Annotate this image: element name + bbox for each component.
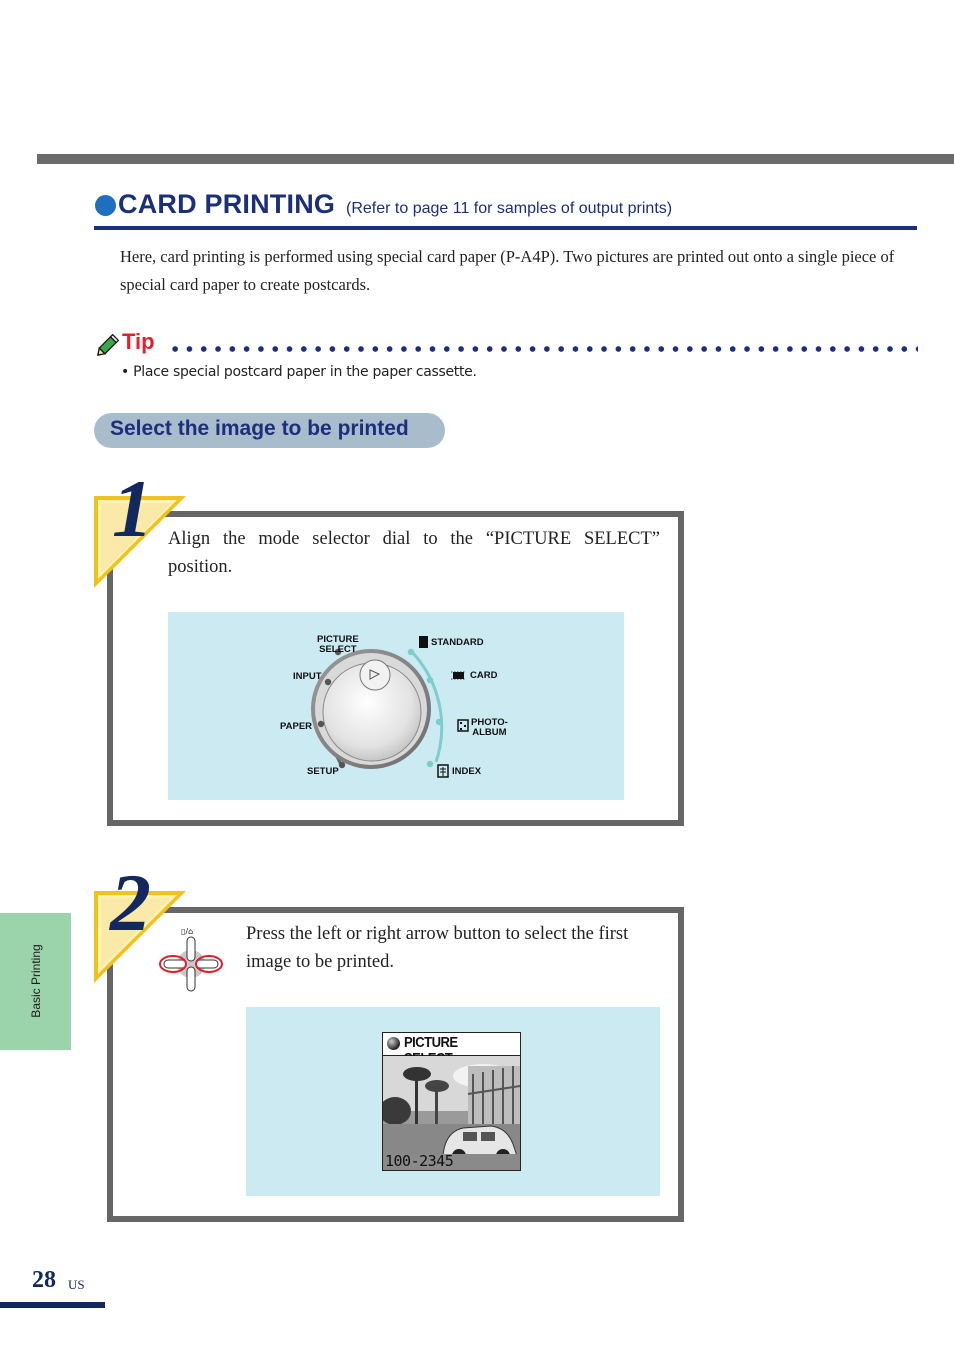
intro-paragraph: Here, card printing is performed using s… [120, 247, 895, 294]
lcd-screen: PICTURE SELECT 100-2345 [382, 1032, 521, 1171]
dot-paper [317, 720, 325, 728]
subheading-text: Select the image to be printed [110, 417, 409, 440]
tip-text: • Place special postcard paper in the pa… [121, 364, 477, 380]
button-label: ▯/⌂ [181, 927, 193, 936]
mode-dial-illustration: PICTURE SELECT INPUT PAPER SETUP STANDARD… [168, 612, 624, 800]
photo-album-icon [457, 719, 469, 732]
pencil-icon [96, 333, 120, 357]
chapter-side-tab-label: Basic Printing [29, 944, 43, 1018]
dot-input [324, 678, 332, 686]
section-title: CARD PRINTING [118, 189, 336, 219]
subheading-pill: Select the image to be printed [94, 413, 445, 448]
dot-index [426, 760, 434, 768]
card-icon [451, 671, 466, 680]
dial-label-paper: PAPER [280, 721, 313, 732]
top-divider-bar [37, 154, 954, 164]
lcd-image-number: 100-2345 [385, 1152, 454, 1170]
dot-card [426, 676, 434, 684]
chapter-side-tab: Basic Printing [0, 913, 71, 1050]
dial-label-standard: STANDARD [431, 637, 484, 648]
dial-label-setup: SETUP [307, 766, 339, 777]
arrow-buttons-icon: ▯/⌂ [159, 927, 223, 992]
dial-label-picture-select: PICTURE SELECT [317, 634, 359, 655]
step-2-number: 2 [110, 857, 151, 948]
dial-label-index: INDEX [452, 766, 482, 777]
dot-photo-album [435, 718, 443, 726]
dial-label-photo-album: PHOTO- ALBUM [471, 717, 508, 738]
lcd-mode-icon [387, 1037, 400, 1050]
footer-bar [0, 1302, 105, 1308]
tip-label: Tip [122, 329, 155, 354]
step-1-number: 1 [112, 463, 153, 554]
standard-icon [419, 636, 428, 648]
page-number: 28 [32, 1267, 56, 1293]
dot-setup [338, 761, 346, 769]
dot-standard [407, 648, 415, 656]
tip-dotted-rule [168, 346, 918, 352]
step-1-text: Align the mode selector dial to the “PIC… [168, 529, 660, 577]
page-region-label: US [68, 1277, 85, 1292]
bullet-icon [95, 195, 116, 216]
step-2-text: Press the left or right arrow button to … [246, 924, 629, 972]
section-header: CARD PRINTING (Refer to page 11 for samp… [94, 188, 917, 230]
lcd-header: PICTURE SELECT [383, 1033, 520, 1067]
index-icon [437, 764, 449, 778]
dial-label-card: CARD [470, 670, 498, 681]
dial-label-input: INPUT [293, 671, 322, 682]
section-subtitle: (Refer to page 11 for samples of output … [346, 200, 673, 217]
